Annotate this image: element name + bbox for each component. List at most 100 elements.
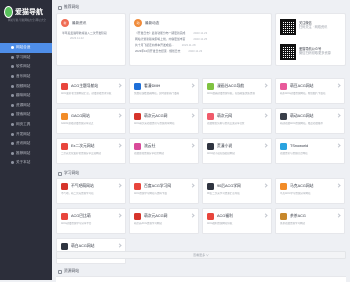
chevron-right-icon[interactable] [263, 83, 268, 88]
site-card-title: ACG福利 [217, 214, 233, 218]
site-card[interactable]: 90后ACG学网 90后二次元学习资源汇总导航 [202, 178, 272, 204]
site-card[interactable]: 流云社 动漫游戏资源分享社区网站 [129, 138, 199, 164]
wechat-qr-icon [280, 19, 296, 35]
sidebar-item-label: 趣味网站 [16, 93, 31, 98]
site-logo-icon [61, 183, 68, 190]
chevron-right-icon[interactable] [190, 183, 195, 188]
site-card[interactable]: 马克ACG网站 马克ACG学习资源分享网站 [275, 178, 345, 204]
notice-item[interactable]: 《开发日志》最新功能分布一期更新完成 2023.11.23 [135, 31, 207, 35]
site-card-title: 马克ACG网站 [290, 184, 314, 188]
sidebar-item[interactable]: 趣味网站 [0, 91, 52, 101]
sidebar-item[interactable]: 学习网站 [0, 53, 52, 63]
main-content: 推荐网站 新 最新资讯 半年后爱猫导航将进入二次开发阶段 2023.11.22 … [52, 0, 350, 282]
site-card[interactable]: ACG巴比萌 ACG动漫资源学习分享平台 [56, 208, 126, 234]
site-card[interactable]: 萌豆ACG网站 萌系ACG动漫资源网站，壁纸图片下载站 [275, 78, 345, 104]
site-card[interactable]: 萌次元ACG网 ACG萌次元动漫资讯与资源共享网站 [129, 108, 199, 134]
sidebar-item[interactable]: 网页工具 [0, 120, 52, 130]
chevron-right-icon[interactable] [190, 143, 195, 148]
site-card-description: 90后二次元学习资源汇总导航 [207, 192, 240, 195]
site-logo-icon [61, 113, 68, 120]
site-card[interactable]: 茶茶ACG 茶茶动漫资源学习网站 [275, 208, 345, 234]
site-card[interactable]: 荒漫小说 ACG轻小说在线阅读网站 [202, 138, 272, 164]
site-logo-icon [61, 83, 68, 90]
chevron-right-icon[interactable] [117, 113, 122, 118]
site-card-description: GACG游戏动漫资源分享站点 [61, 122, 94, 125]
site-card[interactable]: ACG福利 ACG福利资源网站导航 [202, 208, 272, 234]
chevron-right-icon[interactable] [117, 183, 122, 188]
chevron-right-icon[interactable] [117, 243, 122, 248]
site-card[interactable]: Ex二次元网站 二次元文化爱好者资源分享交流网站 [56, 138, 126, 164]
more-button[interactable]: 查看更多 ∨ [56, 251, 346, 259]
chevron-right-icon[interactable] [117, 83, 122, 88]
site-card[interactable]: 不气吧萌网站 不气吧，萌二次元资源学习站 [56, 178, 126, 204]
site-logo-icon [280, 213, 287, 220]
site-card-description: 不气吧，萌二次元资源学习站 [61, 192, 94, 195]
sidebar-item[interactable]: 网站合适 [0, 43, 52, 53]
sidebar-item[interactable]: 推荐网站 [0, 149, 52, 159]
site-logo-icon [134, 83, 141, 90]
site-card-title: 百度ACG学习网 [144, 184, 172, 188]
site-card[interactable]: 萌动ACG网站 萌动动漫ACG资源网站，精品动漫推荐 [275, 108, 345, 134]
sidebar-item[interactable]: 视频网站 [0, 81, 52, 91]
sidebar-item-label: 网站合适 [16, 45, 31, 50]
chevron-right-icon[interactable] [336, 113, 341, 118]
notice-item[interactable]: 2023年10月开发日志结束 · 规划日志 2023.11.23 [135, 49, 202, 53]
site-logo-icon [280, 143, 287, 150]
site-card[interactable]: 看漫DMH 免费在线看漫画网站，实时更新热门漫画 [129, 78, 199, 104]
chevron-right-icon[interactable] [117, 143, 122, 148]
logo-subtitle: 网址导航-导航网站大全-网址大全 [7, 19, 47, 22]
chevron-right-icon[interactable] [190, 113, 195, 118]
chevron-right-icon[interactable] [190, 213, 195, 218]
site-logo-icon [207, 143, 214, 150]
site-logo-icon [61, 143, 68, 150]
news-item[interactable]: 半年后爱猫导航将进入二次开发阶段 [62, 31, 107, 35]
grid-icon [58, 269, 62, 274]
qr-panel: 关注微信 扫码关注 · 网络资讯 爱猫导航公众号 微信扫码领取更多资源 [275, 13, 346, 66]
sidebar-item[interactable]: 音乐网站 [0, 72, 52, 82]
site-card-title: 萌动ACG网站 [290, 114, 314, 118]
news-date: 2023.11.22 [70, 36, 84, 40]
site-card[interactable]: 萌次元网 动漫壁纸头像与资讯交流分享社区 [202, 108, 272, 134]
chevron-right-icon[interactable] [263, 213, 268, 218]
sidebar-item[interactable]: 关于本站 [0, 158, 52, 168]
news-icon: 新 [61, 19, 69, 27]
site-card-description: ACG福利资源网站导航 [207, 222, 233, 225]
site-card[interactable]: 漫画谷ACG导航 ACG漫画动漫资源导航，在线收集优质资源 [202, 78, 272, 104]
chevron-right-icon[interactable] [263, 143, 268, 148]
site-card-title: 漫画谷ACG导航 [217, 84, 245, 88]
sidebar-item[interactable]: 搜索网站 [0, 110, 52, 120]
resources-strip [56, 276, 346, 282]
sidebar-item[interactable]: 资讯网站 [0, 139, 52, 149]
site-card[interactable]: TSnoworld 动漫资讯与资源综合网站 [275, 138, 345, 164]
nav-dot-icon [11, 75, 14, 79]
chevron-right-icon[interactable] [336, 183, 341, 188]
qr1-subtitle: 扫码关注 · 网络资讯 [299, 25, 328, 29]
notice-item[interactable]: 网站计划新版块即将上线，内容更加丰富 2023.11.25 [135, 37, 207, 41]
chevron-right-icon[interactable] [263, 113, 268, 118]
sidebar-item[interactable]: 开发网站 [0, 129, 52, 139]
sidebar-item-label: 软件网站 [16, 64, 31, 69]
chevron-right-icon[interactable] [263, 183, 268, 188]
chevron-right-icon[interactable] [117, 213, 122, 218]
section-label-resources: 资源网站 [58, 268, 79, 275]
chevron-right-icon[interactable] [336, 83, 341, 88]
notice-date: 2023.11.23 [188, 49, 203, 53]
site-card[interactable]: 百度ACG学习网 ACG资源学习网站与资料下载 [129, 178, 199, 204]
chevron-right-icon[interactable] [190, 83, 195, 88]
notice-date: 2023.11.23 [193, 31, 208, 35]
site-card-title: TSnoworld [290, 144, 309, 148]
site-logo[interactable]: 爱猫导航 [4, 4, 48, 20]
sidebar-item-label: 推荐网站 [16, 150, 31, 155]
notice-item[interactable]: 共十月飞起走向样本开发成绩... 2023.11.28 [135, 43, 196, 47]
site-card[interactable]: 萌次元ACG网 萌次元ACG资源学习网站 [129, 208, 199, 234]
chevron-right-icon[interactable] [336, 143, 341, 148]
sidebar-item-label: 学习网站 [16, 54, 31, 59]
site-card-description: 动漫壁纸头像与资讯交流分享社区 [207, 122, 245, 125]
chevron-right-icon[interactable] [336, 213, 341, 218]
sidebar-item[interactable]: 资源网站 [0, 101, 52, 111]
site-logo-icon [207, 83, 214, 90]
site-card[interactable]: GACG网站 GACG游戏动漫资源分享站点 [56, 108, 126, 134]
sidebar-item[interactable]: 软件网站 [0, 62, 52, 72]
site-card[interactable]: ACG主题导航站 ACG爱好者主题网站汇总，动漫游戏资讯导航 [56, 78, 126, 104]
sidebar-item-label: 资源网站 [16, 102, 31, 107]
